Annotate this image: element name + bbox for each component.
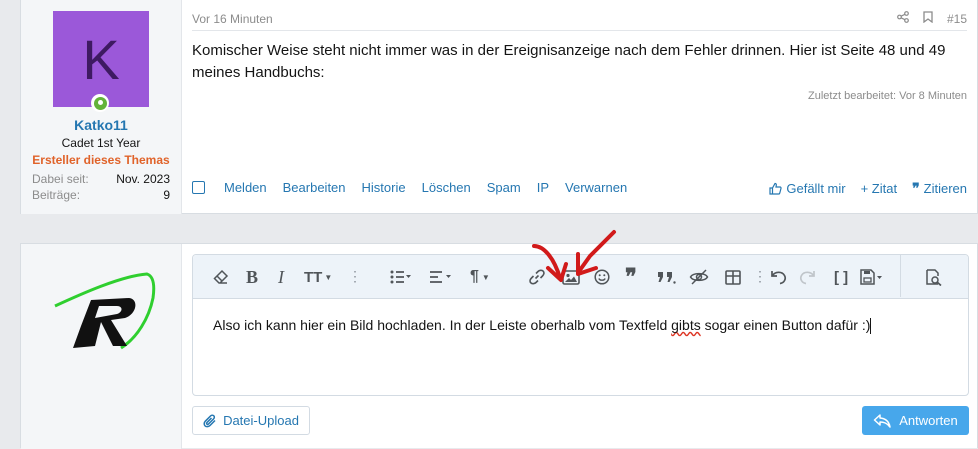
editor-text: Also ich kann hier ein Bild hochladen. I… xyxy=(213,317,672,333)
more-icon[interactable]: ⋮ xyxy=(348,268,362,285)
more-options-icon[interactable]: ⋮ xyxy=(753,268,767,285)
quote-reply-label: Zitieren xyxy=(923,181,967,196)
preview-toggle[interactable] xyxy=(900,255,968,297)
message-user-panel: K Katko11 Cadet 1st Year Ersteller diese… xyxy=(21,0,182,214)
reply-arrow-icon xyxy=(873,413,891,428)
bold-icon[interactable]: B xyxy=(246,267,258,287)
bbcode-toggle-icon[interactable]: [ ] xyxy=(834,268,848,286)
message-body: Komischer Weise steht nicht immer was in… xyxy=(192,42,946,81)
reply-user-panel xyxy=(21,244,182,449)
text-caret xyxy=(870,318,872,335)
spellcheck-word: gibts xyxy=(671,317,701,333)
preview-icon xyxy=(925,268,943,286)
action-history[interactable]: Historie xyxy=(362,180,406,195)
attach-files-label: Datei-Upload xyxy=(223,413,299,428)
bookmark-icon[interactable] xyxy=(923,11,933,26)
user-stat-posts: Beiträge: 9 xyxy=(32,188,170,202)
user-stat-joined: Dabei seit: Nov. 2023 xyxy=(32,172,170,186)
meta-divider xyxy=(192,30,967,31)
post-reactions: Gefällt mir + Zitat ❞ Zitieren xyxy=(769,180,967,197)
online-status-icon xyxy=(91,94,109,112)
font-size-icon[interactable]: TT ▼ xyxy=(304,268,332,286)
submit-reply-button[interactable]: Antworten xyxy=(862,406,969,435)
action-edit[interactable]: Bearbeiten xyxy=(283,180,346,195)
like-label: Gefällt mir xyxy=(786,181,846,196)
thread-starter-banner: Ersteller dieses Themas xyxy=(32,153,170,167)
undo-icon[interactable] xyxy=(769,268,787,286)
user-avatar-logo xyxy=(54,272,156,350)
hide-content-icon[interactable] xyxy=(689,268,709,286)
submit-reply-label: Antworten xyxy=(899,413,958,428)
paragraph-icon[interactable]: ¶ ▼ xyxy=(470,268,490,286)
action-ip[interactable]: IP xyxy=(537,180,549,195)
action-warn[interactable]: Verwarnen xyxy=(565,180,627,195)
action-delete[interactable]: Löschen xyxy=(422,180,471,195)
avatar[interactable]: K xyxy=(53,11,149,107)
share-icon[interactable] xyxy=(897,11,909,26)
spoiler-icon[interactable] xyxy=(656,268,676,286)
select-checkbox[interactable] xyxy=(192,181,205,194)
attach-files-button[interactable]: Datei-Upload xyxy=(192,406,310,435)
list-icon[interactable] xyxy=(390,268,412,286)
post-time[interactable]: Vor 16 Minuten xyxy=(192,12,273,26)
action-report[interactable]: Melden xyxy=(224,180,267,195)
annotation-arrows xyxy=(532,230,616,282)
post-number[interactable]: #15 xyxy=(947,12,967,26)
avatar-letter: K xyxy=(82,27,120,91)
like-button[interactable]: Gefällt mir xyxy=(769,181,846,196)
thumbs-up-icon xyxy=(769,182,783,195)
paperclip-icon xyxy=(203,413,216,427)
eraser-icon[interactable] xyxy=(213,268,229,286)
message-post: K Katko11 Cadet 1st Year Ersteller diese… xyxy=(20,0,978,214)
redo-icon[interactable] xyxy=(799,268,817,286)
last-edited-note[interactable]: Zuletzt bearbeitet: Vor 8 Minuten xyxy=(808,90,967,102)
quote-reply-button[interactable]: ❞ Zitieren xyxy=(912,180,967,197)
align-icon[interactable] xyxy=(429,268,453,286)
italic-icon[interactable]: I xyxy=(278,267,284,287)
action-spam[interactable]: Spam xyxy=(487,180,521,195)
quick-reply: B I TT ▼ ⋮ ¶ ▼ ❞ ⋮ [] Also ich kann hie… xyxy=(20,243,978,449)
quote-marks-icon: ❞ xyxy=(912,180,920,196)
multiquote-button[interactable]: + Zitat xyxy=(861,181,898,196)
post-action-bar: Melden Bearbeiten Historie Löschen Spam … xyxy=(192,180,643,195)
editor-text-end: sogar einen Button dafür :) xyxy=(700,317,871,333)
editor-content-area[interactable]: Also ich kann hier ein Bild hochladen. I… xyxy=(213,317,872,335)
table-icon[interactable] xyxy=(725,268,741,286)
username-link[interactable]: Katko11 xyxy=(21,117,181,133)
quote-icon[interactable]: ❞ xyxy=(625,264,637,289)
post-meta-icons: #15 xyxy=(897,11,967,26)
user-title: Cadet 1st Year xyxy=(61,136,141,150)
drafts-icon[interactable] xyxy=(860,268,884,286)
